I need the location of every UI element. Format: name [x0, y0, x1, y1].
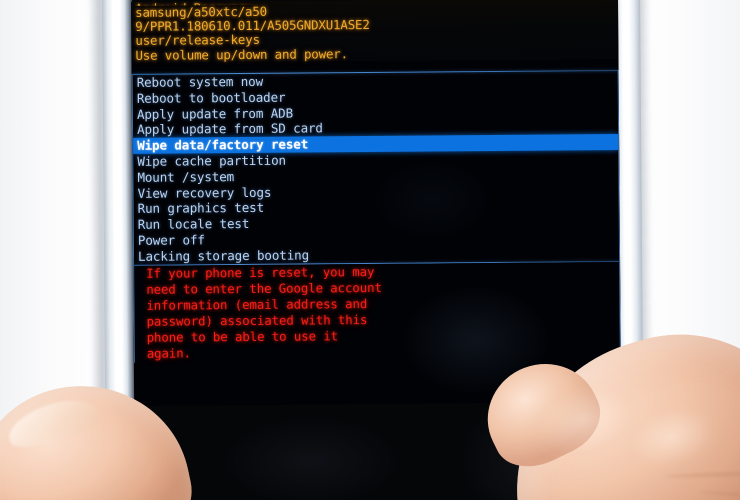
- screenshot-root: Android Recovery samsung/a50xtc/a50 9/PP…: [0, 0, 740, 500]
- recovery-screen: Android Recovery samsung/a50xtc/a50 9/PP…: [131, 0, 622, 406]
- factory-reset-warning: If your phone is reset, you may need to e…: [133, 262, 621, 363]
- recovery-menu-list[interactable]: Reboot system now Reboot to bootloader App…: [131, 70, 621, 266]
- recovery-header: Android Recovery samsung/a50xtc/a50 9/PP…: [131, 0, 619, 63]
- warning-line: again.: [146, 345, 192, 362]
- smartphone-device: Android Recovery samsung/a50xtc/a50 9/PP…: [87, 0, 663, 500]
- header-line-instructions: Use volume up/down and power.: [135, 45, 348, 63]
